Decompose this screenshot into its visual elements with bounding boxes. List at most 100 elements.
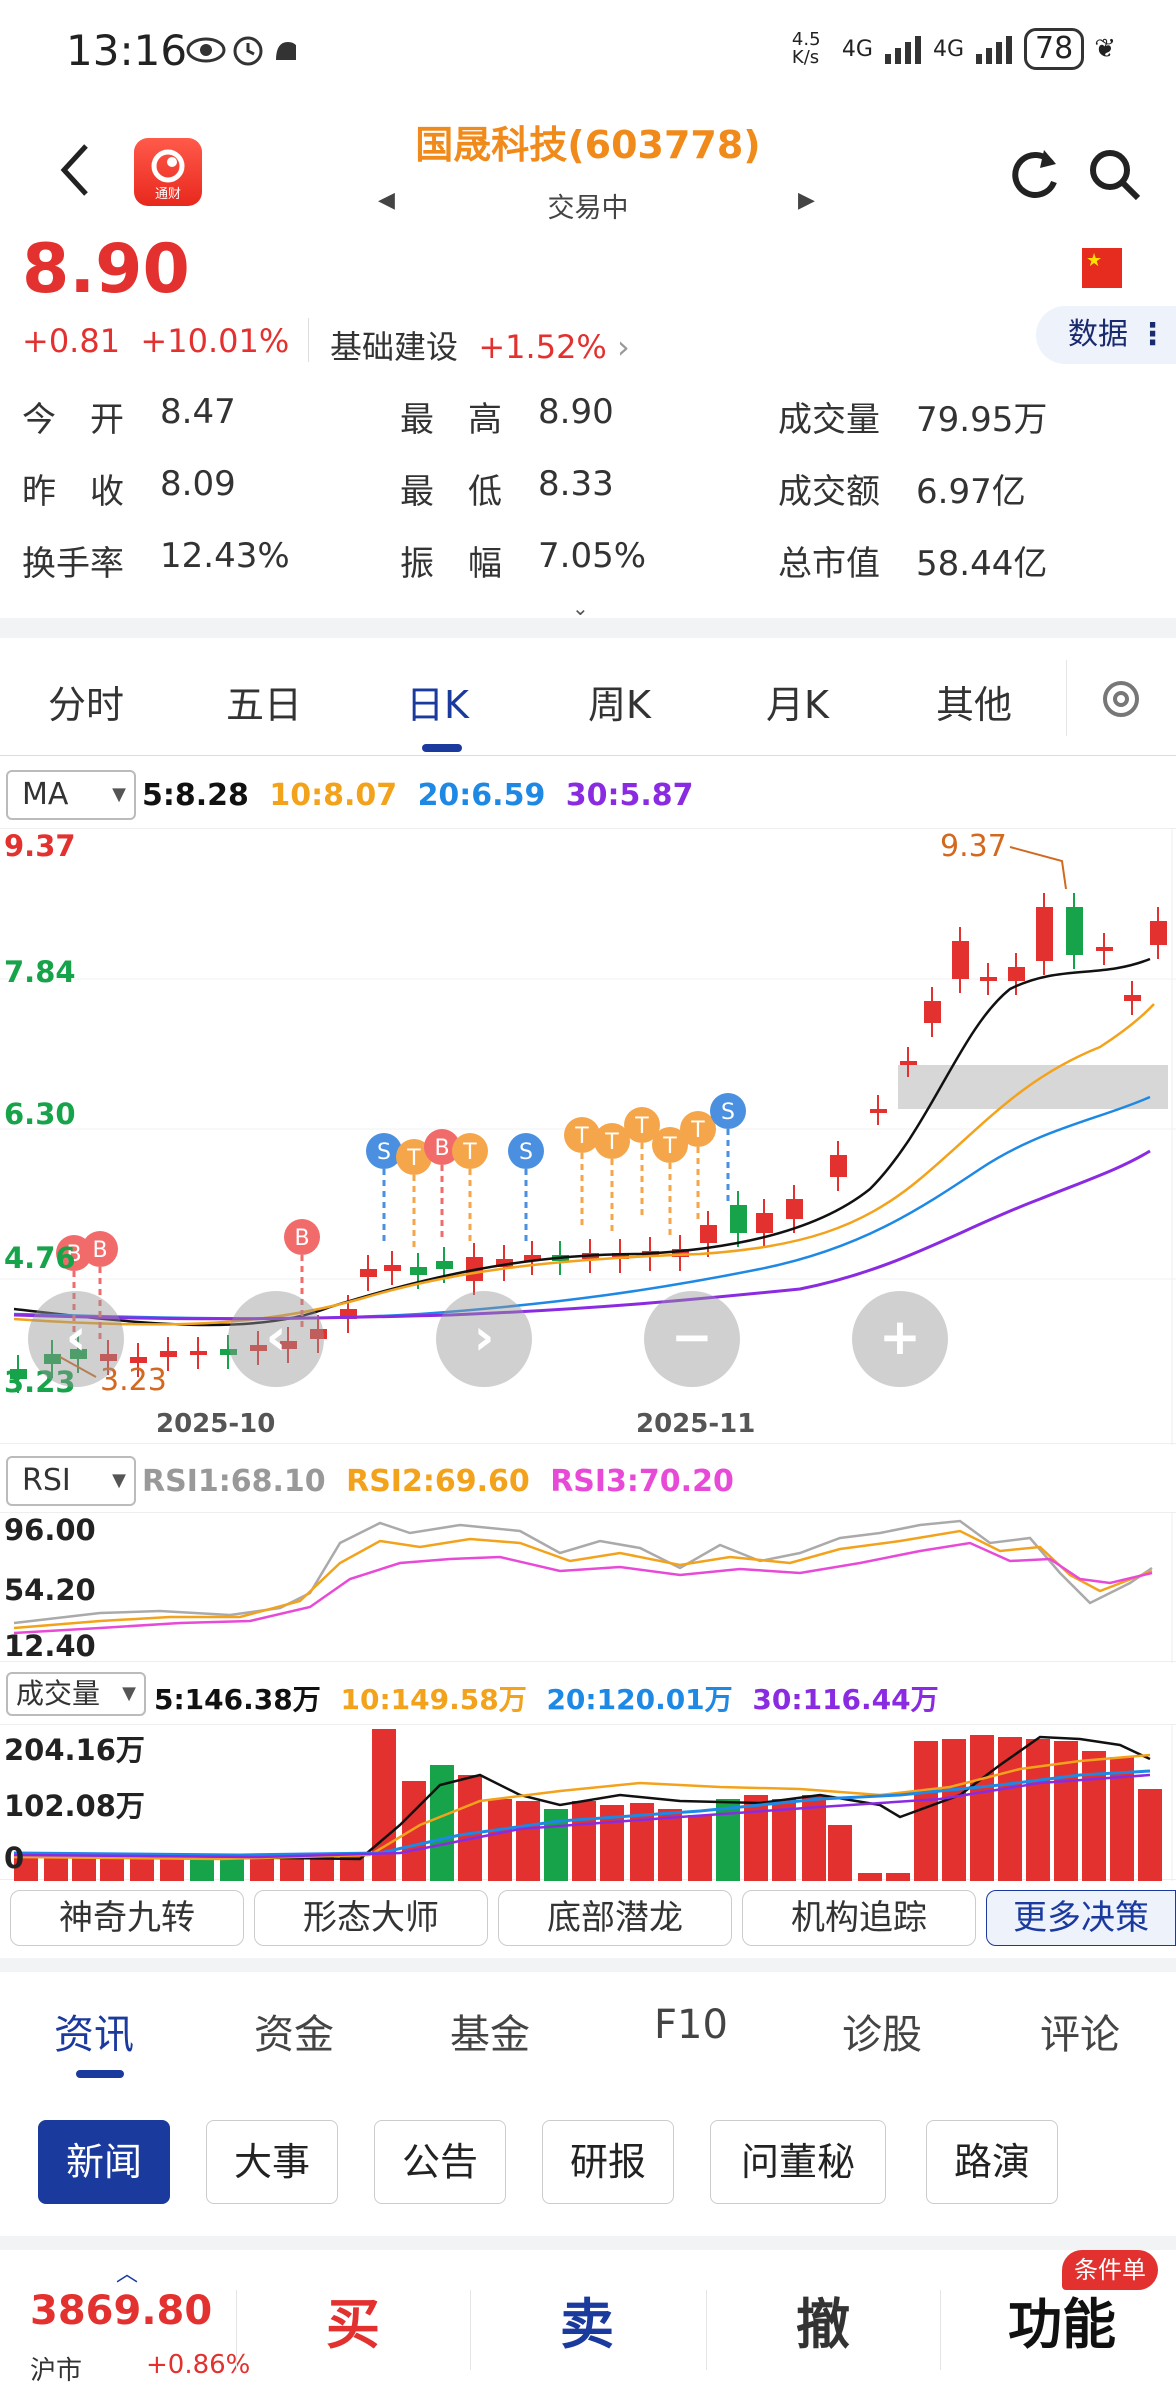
signal-marker-label: T <box>406 1146 421 1171</box>
quote-value: 8.09 <box>160 464 236 504</box>
zoom-in-button[interactable]: + <box>852 1291 948 1387</box>
tab-fund[interactable]: 基金 <box>450 2002 530 2060</box>
quote-label: 最 低 <box>400 472 502 512</box>
signal-marker-label: S <box>377 1140 391 1165</box>
date-label-1: 2025-10 <box>156 1409 276 1439</box>
quote-label: 振 幅 <box>400 544 502 584</box>
volume-selector[interactable]: 成交量 <box>6 1672 146 1716</box>
quote-value: 79.95万 <box>916 400 1048 440</box>
candle-body <box>1150 921 1167 945</box>
volume-bar <box>744 1795 768 1881</box>
chip-more-strategies[interactable]: 更多决策 <box>986 1890 1176 1946</box>
tab-daily-k[interactable]: 日K <box>406 674 469 729</box>
rsi1-value: RSI1:68.10 <box>142 1464 326 1499</box>
volume-bar <box>970 1735 994 1881</box>
tab-weekly-k[interactable]: 周K <box>588 674 651 729</box>
next-stock-icon[interactable]: ▶ <box>798 188 815 213</box>
tab-comments[interactable]: 评论 <box>1040 2002 1120 2060</box>
tab-f10[interactable]: F10 <box>654 2002 728 2048</box>
stock-title: 国晟科技(603778) <box>415 123 761 167</box>
signal-marker-label: S <box>721 1100 735 1125</box>
scroll-prev-button[interactable]: ‹ <box>28 1291 124 1387</box>
tab-five-day[interactable]: 五日 <box>226 674 302 729</box>
volume-bar <box>402 1781 426 1881</box>
quote-value: 7.05% <box>538 536 647 576</box>
china-flag-icon: ★ <box>1082 248 1122 288</box>
chip-magic-nine[interactable]: 神奇九转 <box>10 1890 244 1946</box>
chip-bottom-dragon[interactable]: 底部潜龙 <box>498 1890 732 1946</box>
index-name: 沪市 <box>30 2356 83 2386</box>
buy-button[interactable]: 买 <box>326 2280 380 2359</box>
volume-bar <box>886 1873 910 1881</box>
rsi-selector[interactable]: RSI <box>6 1456 136 1506</box>
price-zone-box <box>898 1065 1168 1109</box>
sell-button[interactable]: 卖 <box>560 2280 614 2359</box>
ma20-value: 20:6.59 <box>417 778 546 813</box>
tab-capital[interactable]: 资金 <box>254 2002 334 2060</box>
chart-period-tabs: 分时 五日 日K 周K 月K 其他 <box>0 640 1176 756</box>
candle-body <box>1066 907 1083 955</box>
search-icon[interactable] <box>1086 146 1142 202</box>
function-button[interactable]: 功能 <box>1008 2280 1116 2359</box>
volume-bar <box>516 1801 540 1881</box>
volume-chart[interactable]: 204.16万 102.08万 0 <box>0 1724 1176 1881</box>
rsi2-value: RSI2:69.60 <box>346 1464 530 1499</box>
cancel-order-button[interactable]: 撤 <box>796 2280 850 2359</box>
tab-other[interactable]: 其他 <box>936 674 1012 729</box>
volume-bar <box>858 1873 882 1881</box>
rsi3-line <box>13 1541 1153 1635</box>
stock-header: 通财 国晟科技(603778) ◀ 交易中 ▶ <box>0 100 1176 230</box>
quote-value: 8.47 <box>160 392 236 432</box>
refresh-icon[interactable] <box>1006 146 1062 202</box>
signal-marker-label: T <box>662 1134 677 1159</box>
rsi-axis-bottom: 12.40 <box>4 1629 96 1663</box>
signal-marker-label: B <box>294 1226 309 1251</box>
status-right: 4.5 K/s 4G 4G 78 ❦ <box>792 28 1116 70</box>
rsi-svg <box>13 1513 1173 1663</box>
scroll-right-button[interactable]: › <box>436 1291 532 1387</box>
ma30-value: 30:5.87 <box>565 778 694 813</box>
section-separator <box>0 1958 1176 1972</box>
tab-news-info[interactable]: 资讯 <box>54 2002 134 2060</box>
index-value[interactable]: 3869.80 <box>30 2288 212 2334</box>
ma-selector[interactable]: MA <box>6 770 136 820</box>
quote-label: 成交量 <box>778 400 880 440</box>
quote-row: 换手率 12.43% 振 幅 7.05% 总市值 58.44亿 <box>22 536 1162 608</box>
candle-body <box>190 1351 207 1355</box>
subtab-news[interactable]: 新闻 <box>38 2120 170 2204</box>
tab-diagnose[interactable]: 诊股 <box>842 2002 922 2060</box>
volume-bar <box>190 1857 214 1881</box>
divider <box>706 2290 707 2370</box>
conditional-order-badge[interactable]: 条件单 <box>1062 2250 1158 2290</box>
subtab-events[interactable]: 大事 <box>206 2120 338 2204</box>
chevron-up-icon[interactable]: ︿ <box>116 2256 138 2288</box>
zoom-out-button[interactable]: − <box>644 1291 740 1387</box>
subtab-research[interactable]: 研报 <box>542 2120 674 2204</box>
ma10-value: 10:8.07 <box>269 778 398 813</box>
tab-monthly-k[interactable]: 月K <box>766 674 829 729</box>
signal-marker-label: T <box>690 1118 705 1143</box>
trading-status: 交易中 <box>547 193 629 224</box>
gear-icon[interactable] <box>1096 674 1146 724</box>
sector-link[interactable]: 基础建设 +1.52% › <box>330 322 630 368</box>
chip-pattern-master[interactable]: 形态大师 <box>254 1890 488 1946</box>
volume-bar <box>942 1739 966 1881</box>
expand-chevron-icon[interactable]: ⌄ <box>572 596 589 620</box>
date-label-2: 2025-11 <box>636 1409 756 1439</box>
max-price-label: 9.37 <box>940 829 1007 864</box>
sector-percent: +1.52% <box>478 328 607 366</box>
subtab-roadshow[interactable]: 路演 <box>926 2120 1058 2204</box>
last-price: 8.90 <box>22 230 190 309</box>
scroll-left-button[interactable]: ‹ <box>228 1291 324 1387</box>
data-button[interactable]: 数据 ⋮ <box>1036 306 1176 364</box>
chip-institution-track[interactable]: 机构追踪 <box>742 1890 976 1946</box>
subtab-ask-secretary[interactable]: 问董秘 <box>710 2120 886 2204</box>
subtab-announcements[interactable]: 公告 <box>374 2120 506 2204</box>
candle-body <box>360 1269 377 1277</box>
tab-intraday[interactable]: 分时 <box>48 674 124 729</box>
quote-label: 今 开 <box>22 400 124 440</box>
rsi-chart[interactable]: 96.00 54.20 12.40 <box>0 1512 1176 1663</box>
kline-chart[interactable]: BBBSTBTSTTTTTS 9.37 7.84 6.30 4.76 3.23 … <box>0 828 1176 1445</box>
battery-icon: 78 <box>1024 28 1085 70</box>
candle-body <box>870 1109 887 1113</box>
